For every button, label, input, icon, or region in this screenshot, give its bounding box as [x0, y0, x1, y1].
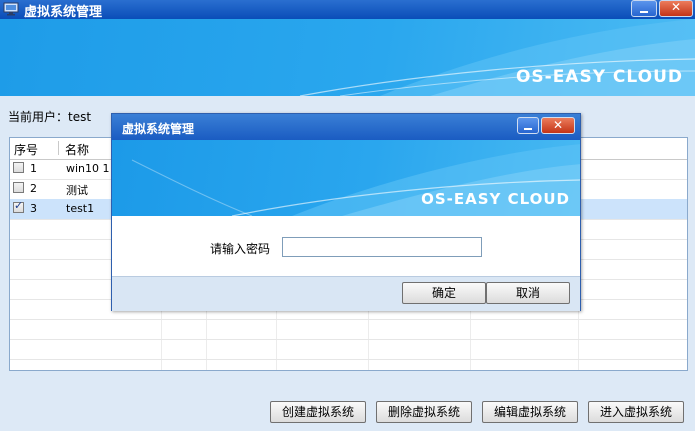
enter-vm-button[interactable]: 进入虚拟系统: [588, 401, 684, 423]
row-name: test1: [66, 202, 95, 215]
password-label: 请输入密码: [210, 242, 271, 256]
password-dialog[interactable]: 虚拟系统管理 ✕ OS-EASY CLOUD 请输入密码 确定 取消: [111, 113, 581, 311]
dialog-brand-logo: OS-EASY CLOUD: [421, 190, 570, 208]
column-header-name[interactable]: 名称: [65, 141, 89, 158]
row-index: 2: [30, 182, 37, 195]
edit-vm-button[interactable]: 编辑虚拟系统: [482, 401, 578, 423]
cancel-button[interactable]: 取消: [486, 282, 570, 304]
window-title: 虚拟系统管理: [24, 5, 103, 20]
dialog-close-button[interactable]: ✕: [541, 117, 575, 134]
dialog-minimize-button[interactable]: [517, 117, 539, 134]
row-index: 3: [30, 202, 37, 215]
main-titlebar[interactable]: 虚拟系统管理 ✕: [0, 0, 695, 20]
close-icon: ✕: [670, 0, 682, 14]
table-row-empty: [10, 339, 687, 360]
close-icon: ✕: [552, 118, 564, 132]
dialog-footer: 确定 取消: [112, 276, 580, 311]
ok-button[interactable]: 确定: [402, 282, 486, 304]
monitor-icon: [3, 2, 19, 16]
table-row-empty: [10, 319, 687, 340]
column-separator: [58, 141, 59, 155]
row-checkbox[interactable]: [13, 182, 24, 193]
password-input[interactable]: [282, 237, 482, 257]
create-vm-button[interactable]: 创建虚拟系统: [270, 401, 366, 423]
dialog-banner: OS-EASY CLOUD: [112, 140, 580, 216]
row-name: 测试: [66, 184, 88, 197]
header-banner: OS-EASY CLOUD: [0, 19, 695, 96]
current-user-label: 当前用户：test: [8, 110, 92, 124]
dialog-title: 虚拟系统管理: [122, 122, 195, 136]
row-index: 1: [30, 162, 37, 175]
brand-logo: OS-EASY CLOUD: [515, 67, 683, 87]
row-name: win10 1: [66, 162, 110, 175]
row-checkbox[interactable]: [13, 199, 24, 213]
dialog-titlebar[interactable]: 虚拟系统管理 ✕: [112, 114, 580, 140]
close-button[interactable]: ✕: [659, 0, 693, 17]
minimize-button[interactable]: [631, 0, 657, 17]
dialog-body: 请输入密码: [112, 216, 580, 276]
row-checkbox[interactable]: [13, 162, 24, 173]
column-header-index[interactable]: 序号: [14, 141, 38, 158]
delete-vm-button[interactable]: 删除虚拟系统: [376, 401, 472, 423]
